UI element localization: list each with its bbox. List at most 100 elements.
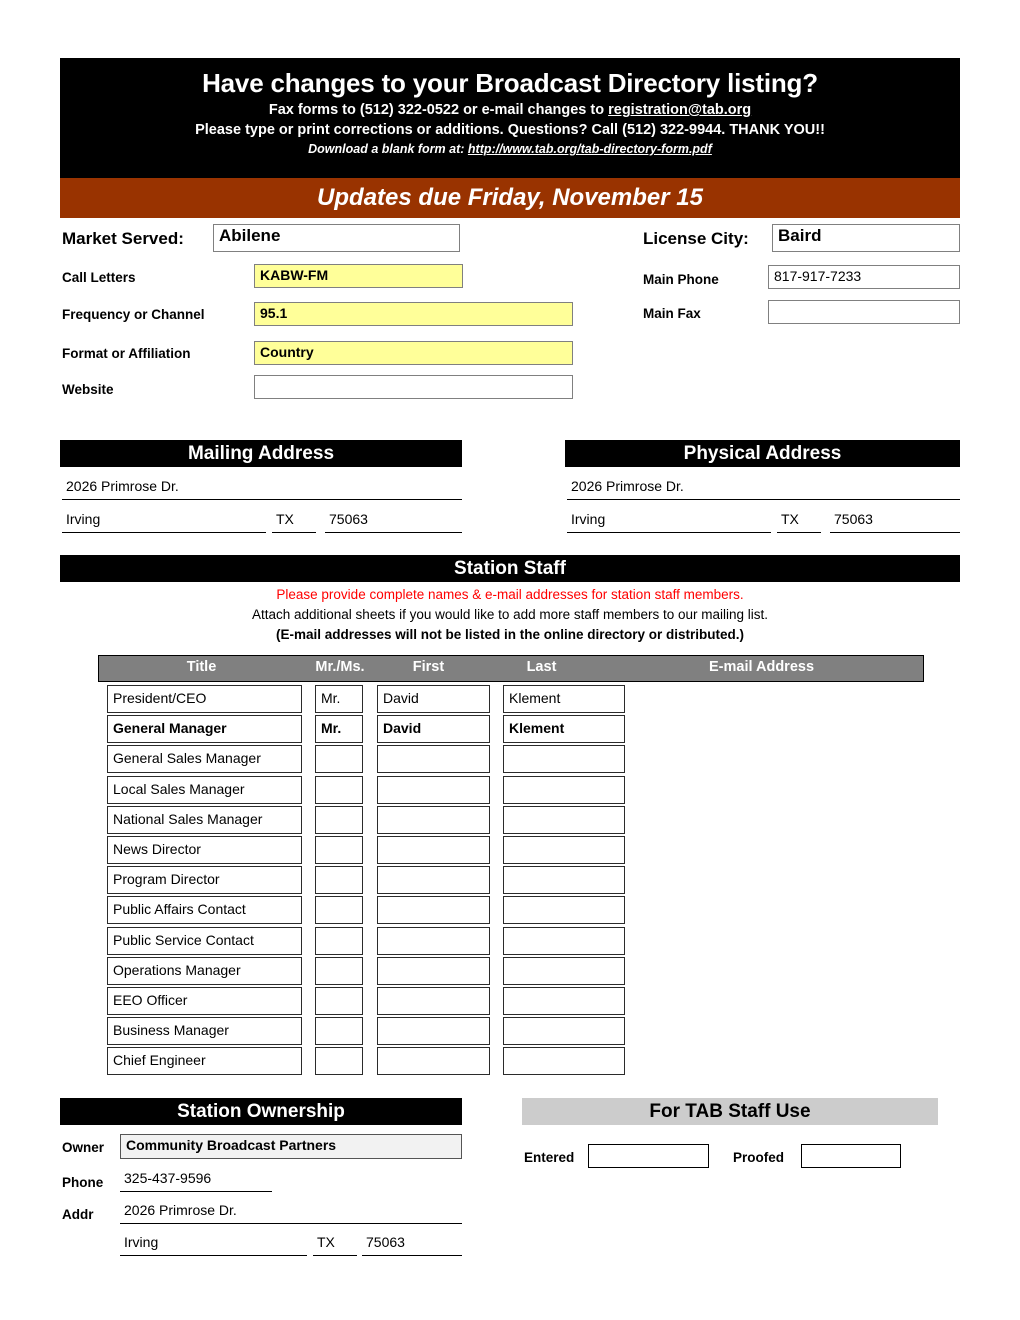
staff-title-input[interactable]: Operations Manager — [107, 956, 302, 985]
station-ownership-header: Station Ownership — [60, 1098, 462, 1125]
tab-staff-use-header: For TAB Staff Use — [522, 1098, 938, 1125]
staff-first-input[interactable] — [377, 1047, 490, 1076]
frequency-input[interactable]: 95.1 — [254, 302, 573, 326]
license-city-input[interactable]: Baird — [772, 224, 960, 252]
physical-zip-input[interactable]: 75063 — [830, 511, 960, 533]
staff-last-input[interactable] — [503, 1047, 625, 1076]
staff-salutation-input[interactable] — [315, 836, 363, 864]
owner-addr-label: Addr — [62, 1207, 94, 1222]
staff-title-input[interactable]: President/CEO — [107, 685, 302, 713]
staff-last-input[interactable] — [503, 805, 625, 834]
staff-salutation-input[interactable] — [315, 866, 363, 895]
staff-first-input[interactable] — [377, 1017, 490, 1046]
owner-addr-input[interactable]: 2026 Primrose Dr. — [120, 1202, 462, 1224]
staff-col-title: Title — [186, 659, 217, 675]
staff-col-first: First — [412, 659, 445, 675]
format-label: Format or Affiliation — [62, 346, 191, 361]
frequency-label: Frequency or Channel — [62, 307, 205, 322]
staff-title-input[interactable]: News Director — [107, 836, 302, 864]
staff-salutation-input[interactable]: Mr. — [315, 685, 363, 713]
registration-email-link[interactable]: registration@tab.org — [608, 102, 751, 118]
blank-form-link[interactable]: http://www.tab.org/tab-directory-form.pd… — [468, 142, 712, 156]
staff-title-input[interactable]: Local Sales Manager — [107, 775, 302, 804]
staff-salutation-input[interactable] — [315, 896, 363, 925]
physical-state-input[interactable]: TX — [777, 511, 821, 533]
updates-due-banner: Updates due Friday, November 15 — [60, 178, 960, 218]
staff-salutation-input[interactable] — [315, 1017, 363, 1046]
staff-table-header-row: Title Mr./Ms. First Last E-mail Address — [98, 655, 924, 682]
staff-first-input[interactable] — [377, 866, 490, 895]
staff-title-input[interactable]: Program Director — [107, 866, 302, 895]
staff-last-input[interactable] — [503, 866, 625, 895]
masthead-download-line: Download a blank form at: http://www.tab… — [60, 140, 960, 158]
staff-instruction-plain: Attach additional sheets if you would li… — [251, 607, 768, 622]
owner-zip-input[interactable]: 75063 — [362, 1234, 462, 1256]
staff-title-input[interactable]: Chief Engineer — [107, 1047, 302, 1076]
staff-first-input[interactable]: David — [377, 685, 490, 713]
staff-title-input[interactable]: General Manager — [107, 715, 302, 744]
website-input[interactable] — [254, 375, 573, 399]
staff-first-input[interactable] — [377, 745, 490, 774]
staff-last-input[interactable] — [503, 987, 625, 1015]
masthead-download-text: Download a blank form at: — [308, 142, 468, 156]
entered-label: Entered — [524, 1150, 575, 1165]
owner-state-input[interactable]: TX — [313, 1234, 357, 1256]
staff-title-input[interactable]: National Sales Manager — [107, 805, 302, 834]
staff-last-input[interactable] — [503, 926, 625, 955]
staff-salutation-input[interactable] — [315, 1047, 363, 1076]
physical-street-input[interactable]: 2026 Primrose Dr. — [567, 478, 960, 500]
staff-title-input[interactable]: Business Manager — [107, 1017, 302, 1046]
staff-salutation-input[interactable] — [315, 805, 363, 834]
staff-first-input[interactable] — [377, 896, 490, 925]
market-served-label: Market Served: — [62, 229, 184, 248]
market-served-input[interactable]: Abilene — [213, 224, 460, 252]
owner-city-input[interactable]: Irving — [120, 1234, 307, 1256]
staff-first-input[interactable] — [377, 987, 490, 1015]
staff-salutation-input[interactable] — [315, 745, 363, 774]
staff-first-input[interactable]: David — [377, 715, 490, 744]
masthead-fax-line: Fax forms to (512) 322-0522 or e-mail ch… — [60, 100, 960, 120]
staff-last-input[interactable] — [503, 775, 625, 804]
license-city-label: License City: — [643, 229, 749, 248]
staff-last-input[interactable]: Klement — [503, 685, 625, 713]
staff-last-input[interactable] — [503, 956, 625, 985]
entered-input[interactable] — [588, 1144, 709, 1168]
staff-last-input[interactable]: Klement — [503, 715, 625, 744]
staff-title-input[interactable]: EEO Officer — [107, 987, 302, 1015]
owner-phone-label: Phone — [62, 1175, 104, 1190]
staff-first-input[interactable] — [377, 805, 490, 834]
owner-label: Owner — [62, 1140, 105, 1155]
staff-salutation-input[interactable] — [315, 987, 363, 1015]
masthead-instructions: Please type or print corrections or addi… — [195, 122, 825, 138]
staff-last-input[interactable] — [503, 896, 625, 925]
call-letters-input[interactable]: KABW-FM — [254, 264, 463, 288]
owner-phone-input[interactable]: 325-437-9596 — [120, 1170, 272, 1192]
staff-salutation-input[interactable] — [315, 956, 363, 985]
physical-city-input[interactable]: Irving — [567, 511, 771, 533]
staff-last-input[interactable] — [503, 1017, 625, 1046]
mailing-address-header: Mailing Address — [60, 440, 462, 467]
staff-title-input[interactable]: General Sales Manager — [107, 745, 302, 774]
staff-first-input[interactable] — [377, 836, 490, 864]
staff-first-input[interactable] — [377, 926, 490, 955]
staff-col-salutation: Mr./Ms. — [315, 659, 365, 675]
staff-first-input[interactable] — [377, 956, 490, 985]
staff-salutation-input[interactable] — [315, 775, 363, 804]
staff-salutation-input[interactable]: Mr. — [315, 715, 363, 744]
staff-title-input[interactable]: Public Affairs Contact — [107, 896, 302, 925]
proofed-input[interactable] — [801, 1144, 901, 1168]
staff-title-input[interactable]: Public Service Contact — [107, 926, 302, 955]
main-fax-input[interactable] — [768, 300, 960, 324]
mailing-zip-input[interactable]: 75063 — [325, 511, 462, 533]
staff-first-input[interactable] — [377, 775, 490, 804]
owner-input[interactable]: Community Broadcast Partners — [120, 1134, 462, 1159]
mailing-street-input[interactable]: 2026 Primrose Dr. — [62, 478, 462, 500]
format-input[interactable]: Country — [254, 341, 573, 365]
physical-address-header: Physical Address — [565, 440, 960, 467]
mailing-city-input[interactable]: Irving — [62, 511, 266, 533]
mailing-state-input[interactable]: TX — [272, 511, 316, 533]
staff-salutation-input[interactable] — [315, 926, 363, 955]
staff-last-input[interactable] — [503, 836, 625, 864]
staff-last-input[interactable] — [503, 745, 625, 774]
main-phone-input[interactable]: 817-917-7233 — [768, 265, 960, 289]
